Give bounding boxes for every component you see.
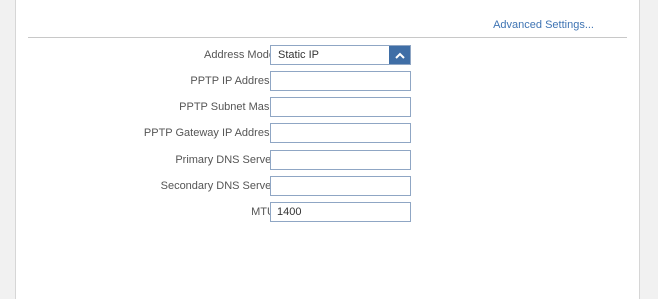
pptp-gateway-ip-label: PPTP Gateway IP Address: — [143, 127, 278, 139]
pptp-subnet-mask-label: PPTP Subnet Mask: — [179, 101, 278, 113]
pptp-ip-address-label: PPTP IP Address: — [190, 75, 278, 87]
pptp-ip-address-input[interactable] — [270, 71, 411, 91]
pptp-gateway-ip-row: PPTP Gateway IP Address: — [16, 123, 641, 143]
header-divider — [28, 37, 627, 38]
settings-panel: Advanced Settings... Address Mode: Stati… — [15, 0, 640, 299]
address-mode-value: Static IP — [278, 49, 319, 61]
pptp-ip-address-row: PPTP IP Address: — [16, 71, 641, 91]
pptp-gateway-ip-input[interactable] — [270, 123, 411, 143]
pptp-subnet-mask-row: PPTP Subnet Mask: — [16, 97, 641, 117]
pptp-subnet-mask-input[interactable] — [270, 97, 411, 117]
secondary-dns-input[interactable] — [270, 176, 411, 196]
advanced-settings-link[interactable]: Advanced Settings... — [493, 19, 594, 31]
primary-dns-input[interactable] — [270, 150, 411, 170]
address-mode-label: Address Mode: — [204, 49, 278, 61]
chevron-up-icon[interactable] — [389, 46, 410, 64]
secondary-dns-label: Secondary DNS Server: — [160, 180, 278, 192]
mtu-input[interactable] — [270, 202, 411, 222]
secondary-dns-row: Secondary DNS Server: — [16, 176, 641, 196]
primary-dns-row: Primary DNS Server: — [16, 150, 641, 170]
primary-dns-label: Primary DNS Server: — [175, 154, 278, 166]
address-mode-row: Address Mode: Static IP — [16, 45, 641, 65]
mtu-row: MTU: — [16, 202, 641, 222]
address-mode-select[interactable]: Static IP — [270, 45, 411, 65]
